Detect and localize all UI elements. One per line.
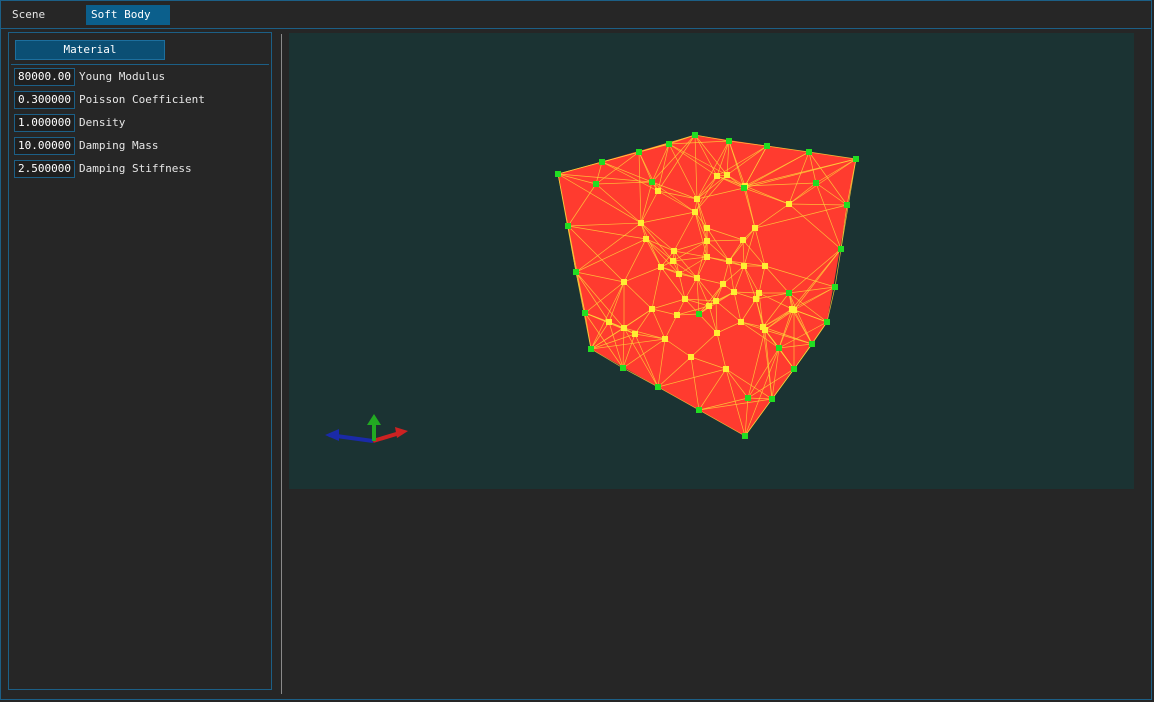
- panel-separator: [11, 64, 269, 65]
- mesh-node: [655, 384, 661, 390]
- mesh-node: [670, 258, 676, 264]
- mesh-node: [853, 156, 859, 162]
- mesh-node: [674, 312, 680, 318]
- mesh-node: [694, 275, 700, 281]
- mesh-node: [593, 181, 599, 187]
- mesh-node: [738, 319, 744, 325]
- mesh-node: [731, 289, 737, 295]
- mesh-node: [740, 237, 746, 243]
- damping-mass-label: Damping Mass: [79, 139, 159, 152]
- density-input[interactable]: 1.000000: [14, 114, 75, 132]
- mesh-node: [676, 271, 682, 277]
- material-button[interactable]: Material: [15, 40, 165, 60]
- poisson-coefficient-label: Poisson Coefficient: [79, 93, 205, 106]
- mesh-node: [832, 284, 838, 290]
- mesh-node: [714, 330, 720, 336]
- damping-stiffness-input[interactable]: 2.500000: [14, 160, 75, 178]
- mesh-node: [582, 310, 588, 316]
- mesh-node: [726, 258, 732, 264]
- mesh-node: [713, 298, 719, 304]
- mesh-node: [791, 366, 797, 372]
- mesh-node: [655, 188, 661, 194]
- mesh-node: [632, 331, 638, 337]
- material-panel: Material 80000.00 Young Modulus 0.300000…: [8, 32, 272, 690]
- tab-soft-body[interactable]: Soft Body: [86, 5, 170, 25]
- mesh-node: [704, 225, 710, 231]
- mesh-node: [769, 396, 775, 402]
- young-modulus-label: Young Modulus: [79, 70, 166, 83]
- mesh-node: [599, 159, 605, 165]
- mesh-node: [752, 225, 758, 231]
- poisson-coefficient-input[interactable]: 0.300000: [14, 91, 75, 109]
- mesh-node: [786, 290, 792, 296]
- damping-stiffness-label: Damping Stiffness: [79, 162, 192, 175]
- mesh-node: [692, 132, 698, 138]
- mesh-node: [720, 281, 726, 287]
- mesh-node: [662, 336, 668, 342]
- mesh-node: [756, 290, 762, 296]
- mesh-node: [688, 354, 694, 360]
- mesh-node: [838, 246, 844, 252]
- mesh-node: [706, 303, 712, 309]
- mesh-node: [791, 307, 797, 313]
- mesh-node: [786, 201, 792, 207]
- mesh-node: [741, 263, 747, 269]
- mesh-node: [764, 143, 770, 149]
- mesh-node: [694, 196, 700, 202]
- mesh-node: [714, 173, 720, 179]
- mesh-node: [809, 341, 815, 347]
- mesh-node: [606, 319, 612, 325]
- mesh-node: [741, 185, 747, 191]
- tab-bar: Scene Soft Body: [1, 1, 1151, 29]
- mesh-node: [806, 149, 812, 155]
- mesh-node: [671, 248, 677, 254]
- tab-scene[interactable]: Scene: [7, 5, 50, 25]
- mesh-node: [643, 236, 649, 242]
- mesh-node: [621, 279, 627, 285]
- damping-mass-input[interactable]: 10.00000: [14, 137, 75, 155]
- mesh-node: [723, 366, 729, 372]
- mesh-node: [565, 223, 571, 229]
- young-modulus-input[interactable]: 80000.00: [14, 68, 75, 86]
- mesh-node: [753, 296, 759, 302]
- mesh-node: [573, 269, 579, 275]
- mesh-node: [588, 346, 594, 352]
- axis-gizmo-icon: [325, 414, 408, 443]
- mesh-node: [692, 209, 698, 215]
- mesh-node: [844, 202, 850, 208]
- mesh-node: [813, 180, 819, 186]
- mesh-node: [742, 433, 748, 439]
- mesh-node: [724, 172, 730, 178]
- mesh-node: [666, 141, 672, 147]
- mesh-node: [658, 264, 664, 270]
- panel-splitter[interactable]: [281, 34, 282, 694]
- mesh-node: [649, 306, 655, 312]
- mesh-node: [638, 220, 644, 226]
- mesh-node: [620, 365, 626, 371]
- mesh-node: [636, 149, 642, 155]
- mesh-node: [760, 324, 766, 330]
- mesh-node: [696, 311, 702, 317]
- mesh-node: [704, 238, 710, 244]
- mesh-node: [696, 407, 702, 413]
- mesh-node: [824, 319, 830, 325]
- mesh-node: [555, 171, 561, 177]
- mesh-node: [649, 179, 655, 185]
- mesh-node: [704, 254, 710, 260]
- mesh-node: [621, 325, 627, 331]
- mesh-node: [745, 395, 751, 401]
- mesh-node: [762, 263, 768, 269]
- mesh-node: [726, 138, 732, 144]
- 3d-viewport[interactable]: [289, 33, 1134, 489]
- density-label: Density: [79, 116, 126, 129]
- mesh-node: [776, 345, 782, 351]
- viewport-canvas: [325, 132, 859, 443]
- mesh-node: [682, 296, 688, 302]
